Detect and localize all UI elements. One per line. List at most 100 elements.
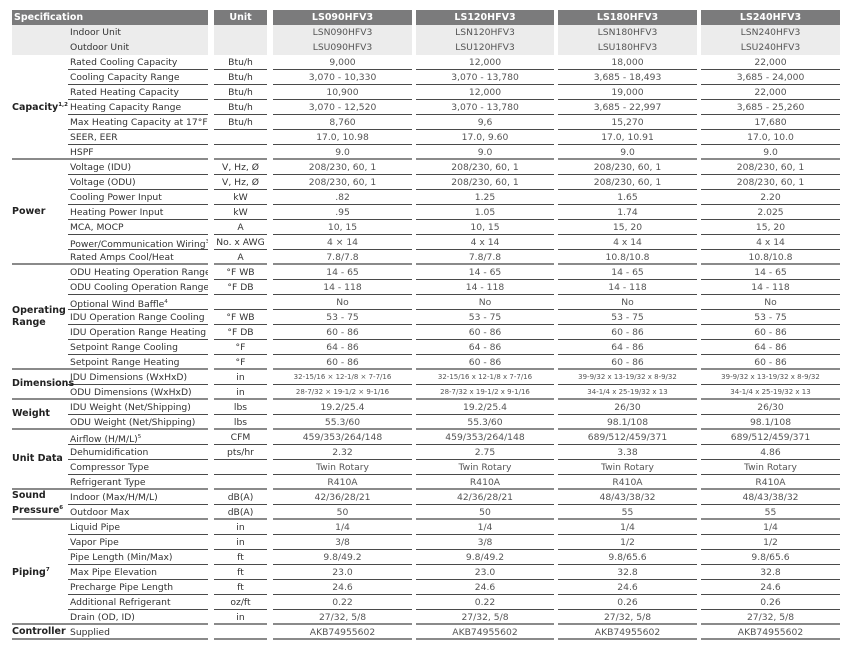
value-cell: 32.8	[701, 565, 840, 580]
unit-cell: dB(A)	[214, 505, 267, 520]
value-cell: 3,685 - 18,493	[558, 70, 697, 85]
value-cell: 23.0	[273, 565, 412, 580]
value-cell: 60 - 86	[416, 325, 554, 340]
value-cell: Twin Rotary	[416, 460, 554, 475]
row-label-text: Rated Amps Cool/Heat	[70, 252, 174, 263]
value-cell: Twin Rotary	[273, 460, 412, 475]
group-label: Dimensions	[12, 370, 74, 400]
unit-cell: in	[214, 370, 267, 385]
header-unit: Unit	[214, 10, 267, 25]
unit-cell: kW	[214, 205, 267, 220]
footnote-marker: 7	[45, 566, 50, 573]
value-cell: 14 - 65	[701, 265, 840, 280]
value-cell: 1.65	[558, 190, 697, 205]
row-label: Precharge Pipe Length	[68, 580, 208, 595]
row-label-text: Heating Capacity Range	[70, 102, 182, 113]
value-cell: 60 - 86	[273, 355, 412, 370]
value-cell: 60 - 86	[701, 325, 840, 340]
unit-cell: ft	[214, 550, 267, 565]
value-cell: 9.0	[701, 145, 840, 160]
value-cell: 2.20	[701, 190, 840, 205]
value-cell: 55.3/60	[416, 415, 554, 430]
value-cell: Twin Rotary	[558, 460, 697, 475]
value-cell: 0.26	[701, 595, 840, 610]
value-cell: 55.3/60	[273, 415, 412, 430]
value-cell: 208/230, 60, 1	[273, 160, 412, 175]
value-cell: 39-9/32 x 13-19/32 x 8-9/32	[558, 370, 697, 385]
value-cell: 459/353/264/148	[273, 430, 412, 445]
value-cell: 42/36/28/21	[273, 490, 412, 505]
value-cell: Twin Rotary	[701, 460, 840, 475]
value-cell: 19.2/25.4	[416, 400, 554, 415]
row-label-text: Additional Refrigerant	[70, 597, 171, 608]
unit-cell	[214, 625, 267, 640]
row-label: Cooling Power Input	[68, 190, 208, 205]
unit-cell: V, Hz, Ø	[214, 160, 267, 175]
unit-cell: A	[214, 250, 267, 265]
value-cell: 2.32	[273, 445, 412, 460]
value-cell: LSU180HFV3	[558, 40, 697, 55]
value-cell: 48/43/38/32	[701, 490, 840, 505]
footnote-marker: 5	[137, 434, 142, 440]
value-cell: 27/32, 5/8	[701, 610, 840, 625]
group-label: Weight	[12, 400, 68, 430]
value-cell: 48/43/38/32	[558, 490, 697, 505]
row-label-text: Rated Cooling Capacity	[70, 57, 178, 68]
value-cell: LSN240HFV3	[701, 25, 840, 40]
value-cell: AKB74955602	[416, 625, 554, 640]
header-model: LS090HFV3	[273, 10, 412, 25]
value-cell: 0.26	[558, 595, 697, 610]
value-cell: 53 - 75	[558, 310, 697, 325]
value-cell: 1/4	[416, 520, 554, 535]
row-label: Voltage (IDU)	[68, 160, 208, 175]
group-label-text: Dimensions	[12, 378, 75, 389]
row-label: SEER, EER	[68, 130, 208, 145]
row-label: Indoor (Max/H/M/L)	[68, 490, 208, 505]
group-label: Controller	[12, 625, 68, 640]
value-cell: .95	[273, 205, 412, 220]
unit-cell: in	[214, 520, 267, 535]
footnote-marker: 6	[59, 505, 64, 512]
value-cell: 208/230, 60, 1	[701, 175, 840, 190]
row-label: Compressor Type	[68, 460, 208, 475]
value-cell: 23.0	[416, 565, 554, 580]
row-label-text: Cooling Capacity Range	[70, 72, 180, 83]
unit-cell: in	[214, 535, 267, 550]
value-cell: No	[273, 295, 412, 310]
value-cell: LSN090HFV3	[273, 25, 412, 40]
row-label: IDU Operation Range Cooling	[68, 310, 208, 325]
value-cell: 2.025	[701, 205, 840, 220]
value-cell: LSU090HFV3	[273, 40, 412, 55]
value-cell: 208/230, 60, 1	[416, 175, 554, 190]
value-cell: 208/230, 60, 1	[416, 160, 554, 175]
value-cell: 42/36/28/21	[416, 490, 554, 505]
unit-cell: ft	[214, 580, 267, 595]
unit-cell: in	[214, 385, 267, 400]
row-label-text: Max Pipe Elevation	[70, 567, 157, 578]
value-cell: 9.0	[416, 145, 554, 160]
value-cell: 3,070 - 13,780	[416, 70, 554, 85]
row-label: Max Heating Capacity at 17°F	[68, 115, 208, 130]
value-cell: 12,000	[416, 55, 554, 70]
row-label-text: Outdoor Max	[70, 507, 130, 518]
value-cell: 208/230, 60, 1	[558, 160, 697, 175]
row-label-text: Max Heating Capacity at 17°F	[70, 117, 208, 128]
row-label: ODU Cooling Operation Range	[68, 280, 208, 295]
value-cell: 1/4	[701, 520, 840, 535]
unit-cell: °F	[214, 340, 267, 355]
unit-cell: Btu/h	[214, 55, 267, 70]
value-cell: 10, 15	[273, 220, 412, 235]
row-label-text: Precharge Pipe Length	[70, 582, 174, 593]
row-label: Cooling Capacity Range	[68, 70, 208, 85]
value-cell: 4 × 14	[273, 235, 412, 250]
row-label-text: Vapor Pipe	[70, 537, 119, 548]
row-label-text: Dehumidification	[70, 447, 149, 458]
unit-cell: A	[214, 220, 267, 235]
value-cell: 34-1/4 x 25-19/32 x 13	[558, 385, 697, 400]
unit-cell: CFM	[214, 430, 267, 445]
row-label: Rated Heating Capacity	[68, 85, 208, 100]
value-cell: 50	[273, 505, 412, 520]
value-cell: 98.1/108	[701, 415, 840, 430]
value-cell: 28-7/32 × 19-1/2 × 9-1/16	[273, 385, 412, 400]
value-cell: 689/512/459/371	[558, 430, 697, 445]
